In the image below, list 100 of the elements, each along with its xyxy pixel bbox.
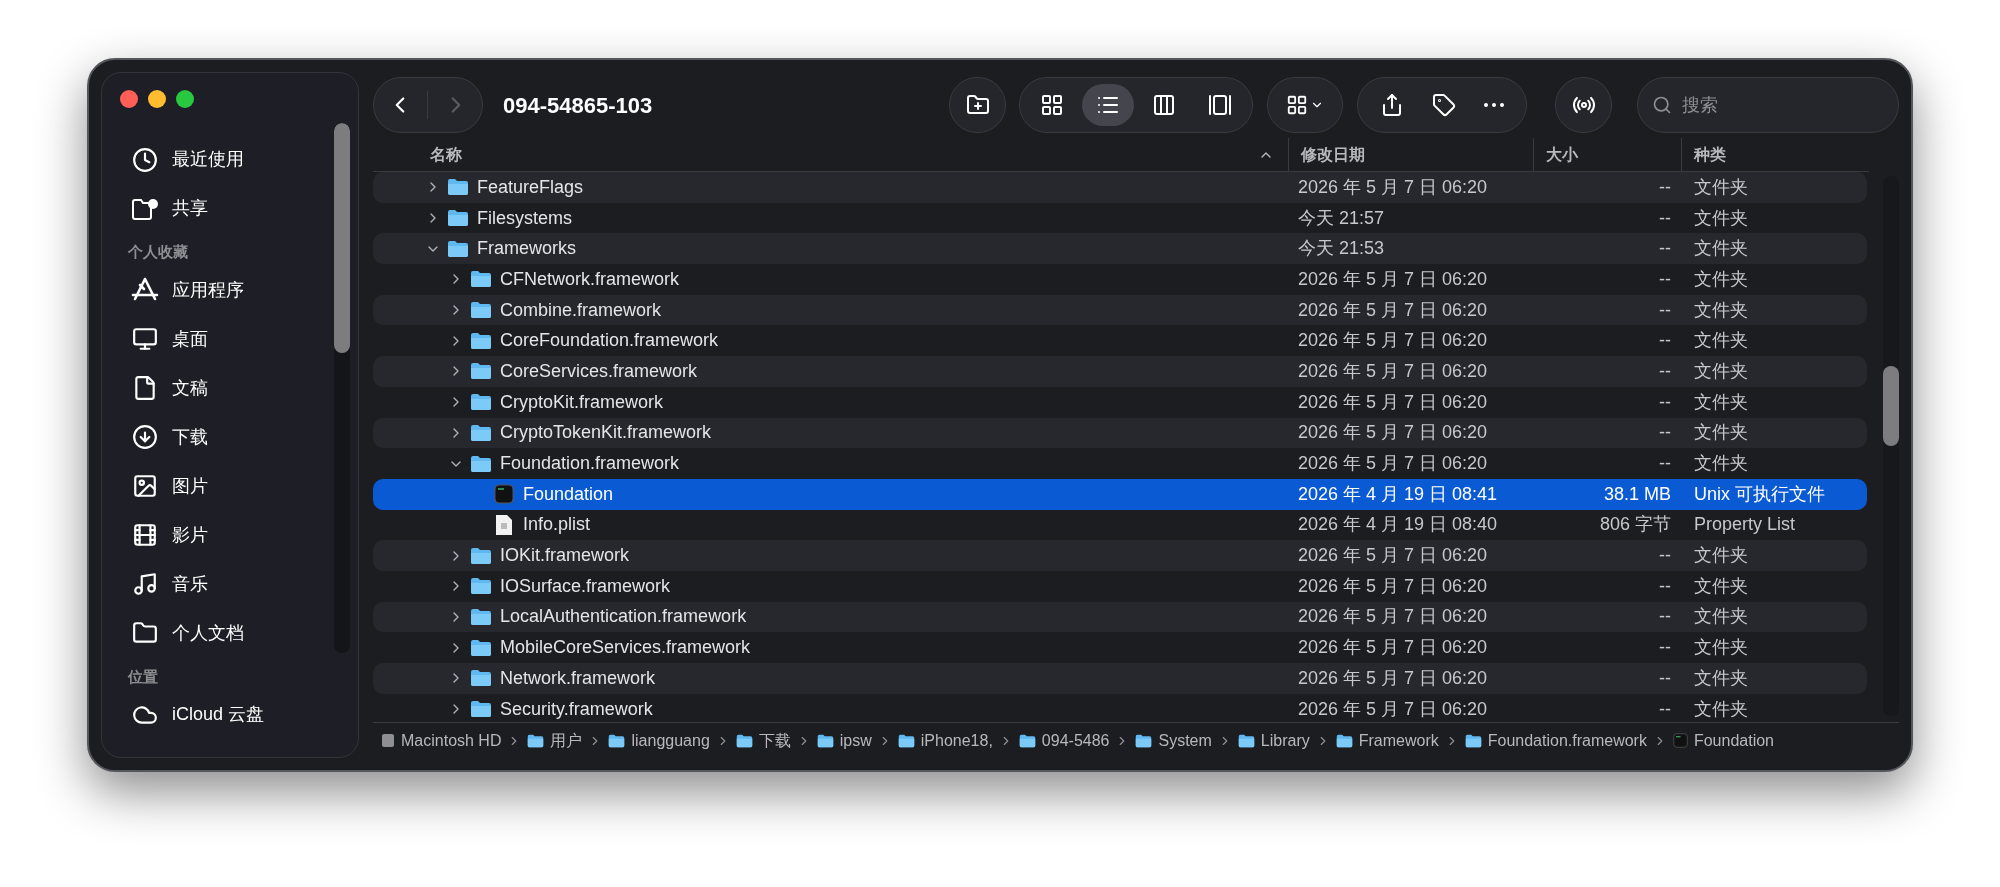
airdrop-button[interactable] [1555,77,1612,133]
sidebar-heading: 个人收藏 [128,242,189,262]
path-crumb[interactable]: 下载 [735,728,791,753]
close-window-button[interactable] [120,90,138,108]
size-cell-text: -- [1659,421,1671,445]
file-row[interactable]: Combine.framework 2026 年 5 月 7 日 06:20 -- 文件夹 [373,294,1868,326]
folder-icon [897,733,915,748]
file-row[interactable]: MobileCoreServices.framework 2026 年 5 月 7 日 06:20 -- 文件夹 [373,632,1868,663]
minimize-window-button[interactable] [148,90,166,108]
desktop-icon [132,326,158,352]
folder-icon [1018,733,1036,748]
terminal-icon [1672,733,1688,748]
folder-icon [470,270,492,289]
file-row[interactable]: IOSurface.framework 2026 年 5 月 7 日 06:20 -- 文件夹 [373,570,1868,602]
size-cell-text: -- [1659,390,1671,414]
size-cell-text: -- [1659,574,1671,598]
sidebar-item[interactable]: 影片 [124,510,328,560]
path-crumb[interactable]: iPhone18, [897,728,993,753]
date-cell: 2026 年 5 月 7 日 06:20 [1298,422,1488,443]
size-cell-text: -- [1659,605,1671,629]
file-name: CFNetwork.framework [500,267,680,291]
folder-icon [1237,733,1255,748]
path-crumb[interactable]: Macintosh HD [381,728,502,753]
kind-cell: 文件夹 [1694,575,1748,596]
file-name: MobileCoreServices.framework [500,636,751,660]
zoom-window-button[interactable] [176,90,194,108]
sidebar-item[interactable]: iCloud 云盘 [124,690,328,739]
path-crumb[interactable]: 用户 [527,728,583,753]
sidebar-item[interactable]: 应用程序 [124,265,328,315]
file-row[interactable]: CryptoKit.framework 2026 年 5 月 7 日 06:20 -- 文件夹 [373,386,1868,418]
kind-cell: 文件夹 [1694,207,1748,228]
file-row[interactable]: Foundation 2026 年 4 月 19 日 08:41 38.1 MB Unix 可执行文件 [373,478,1868,510]
date-cell: 2026 年 5 月 7 日 06:20 [1298,575,1488,596]
file-name: Info.plist [523,513,591,537]
kind-cell: 文件夹 [1694,268,1748,289]
file-row[interactable]: Security.framework 2026 年 5 月 7 日 06:20 -- 文件夹 [373,693,1868,722]
group-by-button[interactable] [1267,77,1343,133]
kind-cell: 文件夹 [1694,330,1748,351]
file-name: CoreFoundation.framework [500,329,719,353]
column-header[interactable]: 种类 [1681,138,1869,171]
date-cell: 2026 年 5 月 7 日 06:20 [1298,667,1488,688]
tag-button[interactable] [1432,93,1456,117]
date-cell: 2026 年 5 月 7 日 06:20 [1298,176,1488,197]
tag-icon [1432,93,1456,117]
date-cell: 2026 年 5 月 7 日 06:20 [1298,268,1488,289]
date-cell: 2026 年 5 月 7 日 06:20 [1298,545,1488,566]
file-row[interactable]: Network.framework 2026 年 5 月 7 日 06:20 -- 文件夹 [373,663,1868,694]
path-crumb[interactable]: Foundation [1672,728,1774,753]
scrollbar-thumb[interactable] [1883,366,1899,446]
date-cell: 2026 年 5 月 7 日 06:20 [1298,637,1488,658]
sidebar-item[interactable]: 下载 [124,412,328,462]
new-folder-button[interactable] [949,77,1006,133]
path-crumb[interactable]: 094-5486 [1018,728,1110,753]
path-crumb[interactable]: Framework [1335,728,1439,753]
apps-icon [131,277,159,303]
sidebar-item[interactable]: 图片 [124,461,328,511]
kind-cell: 文件夹 [1694,698,1748,719]
file-row[interactable]: CryptoTokenKit.framework 2026 年 5 月 7 日 06:20 -- 文件夹 [373,417,1868,449]
column-header[interactable]: 名称 [373,138,1288,171]
more-button[interactable] [1484,103,1504,107]
column-header[interactable]: 大小 [1533,138,1681,171]
file-name: Security.framework [500,697,653,721]
file-row[interactable]: FeatureFlags 2026 年 5 月 7 日 06:20 -- 文件夹 [373,172,1868,203]
path-crumb[interactable]: Library [1237,728,1310,753]
file-name: Combine.framework [500,298,662,322]
date-cell: 2026 年 5 月 7 日 06:20 [1298,606,1488,627]
file-row[interactable]: Filesystems 今天 21:57 -- 文件夹 [373,202,1868,234]
kind-cell: 文件夹 [1694,667,1748,688]
file-row[interactable]: LocalAuthentication.framework 2026 年 5 月 7 日 06:20 -- 文件夹 [373,601,1868,633]
sidebar-item[interactable]: 最近使用 [124,135,328,184]
scrollbar-thumb[interactable] [334,123,350,353]
size-cell-text: -- [1659,636,1671,660]
file-name: Frameworks [477,237,576,261]
kind-cell: 文件夹 [1694,176,1748,197]
file-row[interactable]: CoreFoundation.framework 2026 年 5 月 7 日 06:20 -- 文件夹 [373,325,1868,357]
file-row[interactable]: IOKit.framework 2026 年 5 月 7 日 06:20 -- 文件夹 [373,540,1868,571]
file-name: CryptoTokenKit.framework [500,421,712,445]
file-row[interactable]: CoreServices.framework 2026 年 5 月 7 日 06:20 -- 文件夹 [373,356,1868,387]
path-crumb[interactable]: ipsw [816,728,872,753]
view-mode-button[interactable] [1082,84,1134,126]
path-crumb[interactable]: Foundation.framework [1464,728,1647,753]
film-icon [132,522,158,548]
file-row[interactable]: Frameworks 今天 21:53 -- 文件夹 [373,233,1868,265]
file-row[interactable]: Info.plist 2026 年 4 月 19 日 08:40 806 字节 Property List [373,509,1868,541]
folder-icon [447,209,469,228]
size-cell-text: -- [1659,175,1671,199]
sidebar-item[interactable]: 音乐 [124,559,328,609]
sidebar-item[interactable]: 共享 [124,184,328,233]
sidebar-item[interactable]: 个人文档 [124,608,328,658]
file-row[interactable]: CFNetwork.framework 2026 年 5 月 7 日 06:20 -- 文件夹 [373,264,1868,295]
column-header[interactable]: 修改日期 [1288,138,1533,171]
sidebar-item[interactable]: 文稿 [124,363,328,413]
sidebar-item[interactable]: 桌面 [124,314,328,364]
path-crumb[interactable]: System [1135,728,1212,753]
search-field[interactable]: 搜索 [1637,77,1899,133]
share-button[interactable] [1380,93,1404,117]
size-cell-text: -- [1659,237,1671,261]
path-crumb[interactable]: liangguang [608,728,710,753]
file-row[interactable]: Foundation.framework 2026 年 5 月 7 日 06:20 -- 文件夹 [373,448,1868,479]
folder-icon [470,331,492,350]
